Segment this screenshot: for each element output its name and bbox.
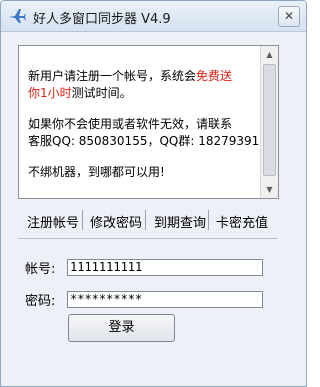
- account-input[interactable]: 1111111111: [67, 259, 263, 276]
- title-bar[interactable]: 好人多窗口同步器 V4.9 ✕: [1, 1, 306, 32]
- close-icon: ✕: [283, 9, 295, 23]
- free-offer-text: 免费送: [196, 69, 233, 83]
- password-label: 密码:: [25, 294, 56, 309]
- notice-text: 新用户请注册一个帐号，系统会免费送 你1小时测试时间。 如果你不会使用或者软件无…: [19, 46, 267, 198]
- arrow-up-icon[interactable]: ▲: [261, 46, 278, 63]
- notice-line-5: 不绑机器，到哪都可以用!: [28, 165, 165, 179]
- close-button[interactable]: ✕: [278, 6, 300, 27]
- tab-divider: [145, 210, 146, 230]
- tab-register-account[interactable]: 注册帐号: [27, 212, 79, 231]
- scroll-thumb[interactable]: [263, 64, 276, 176]
- tab-card-recharge[interactable]: 卡密充值: [216, 212, 268, 231]
- tab-divider: [82, 210, 83, 230]
- window-title: 好人多窗口同步器 V4.9: [33, 12, 171, 27]
- section-divider: [18, 238, 277, 239]
- notice-line-3: 如果你不会使用或者软件无效，请联系: [28, 117, 233, 131]
- plane-icon: [9, 9, 26, 23]
- account-label: 帐号:: [25, 262, 56, 277]
- tab-change-password[interactable]: 修改密码: [90, 212, 142, 231]
- arrow-down-icon[interactable]: ▼: [261, 181, 278, 198]
- notice-line-2: 你1小时测试时间。: [28, 86, 132, 100]
- app-window: 好人多窗口同步器 V4.9 ✕ 新用户请注册一个帐号，系统会免费送 你1小时测试…: [0, 0, 307, 387]
- notice-box: 新用户请注册一个帐号，系统会免费送 你1小时测试时间。 如果你不会使用或者软件无…: [18, 45, 279, 199]
- tab-divider: [208, 210, 209, 230]
- notice-scrollbar[interactable]: ▲ ▼: [260, 46, 278, 198]
- notice-line-4: 客服QQ: 850830155，QQ群: 182793910: [28, 134, 267, 148]
- password-input[interactable]: **********: [67, 291, 263, 308]
- notice-line-1: 新用户请注册一个帐号，系统会免费送: [28, 69, 233, 83]
- login-button[interactable]: 登录: [68, 314, 175, 342]
- tab-expiry-query[interactable]: 到期查询: [154, 212, 206, 231]
- trial-duration-text: 你1小时: [28, 86, 72, 100]
- action-tabs: 注册帐号 修改密码 到期查询 卡密充值: [18, 208, 277, 232]
